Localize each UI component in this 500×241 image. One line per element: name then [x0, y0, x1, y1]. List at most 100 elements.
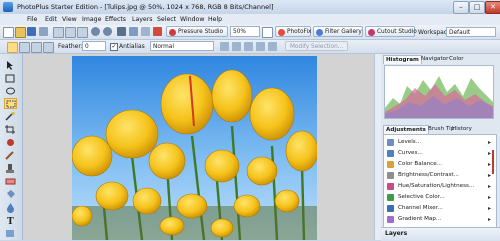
blend-mode-select[interactable]: Normal [150, 41, 214, 51]
redo-icon[interactable] [103, 27, 112, 36]
paste-icon[interactable] [77, 27, 88, 38]
photofix-button[interactable]: PhotoFix [275, 26, 312, 37]
menu-help[interactable]: Help [208, 16, 222, 23]
antialias-checkbox[interactable]: ✓ [110, 43, 118, 51]
adjustment-item[interactable]: Levels... ▸ [384, 137, 496, 148]
apply-arrow-icon[interactable]: ▸ [488, 214, 491, 225]
blur-tool-icon[interactable] [4, 202, 17, 213]
fill-tool-icon[interactable] [4, 189, 17, 200]
filter-gallery-button[interactable]: Filter Gallery [313, 26, 363, 37]
shape-tool-icon[interactable] [4, 228, 17, 239]
zoom-field[interactable]: 50% [230, 26, 260, 37]
selection-new-icon[interactable] [7, 42, 18, 53]
apply-arrow-icon[interactable]: ▸ [488, 148, 491, 159]
adjustment-item[interactable]: Selective Color... ▸ [384, 192, 496, 203]
move-tool-icon[interactable] [4, 60, 17, 71]
cutout-studio-label: Cutout Studio [377, 29, 417, 35]
help-icon[interactable] [262, 27, 273, 38]
menu-select[interactable]: Select [157, 16, 176, 23]
crop-icon[interactable] [129, 27, 138, 36]
apply-arrow-icon[interactable]: ▸ [488, 203, 491, 214]
magic-wand-tool-icon[interactable] [4, 111, 17, 122]
adjustment-label: Channel Mixer... [398, 205, 443, 211]
photofix-icon [278, 29, 285, 36]
tab-histogram[interactable]: Histogram [383, 55, 422, 64]
adjustment-label: Color Balance... [398, 161, 443, 167]
adjustment-label: Levels... [398, 139, 422, 145]
undo-icon[interactable] [91, 27, 100, 36]
transform-tool-icon[interactable] [4, 73, 17, 84]
histogram-chart [384, 65, 494, 119]
maximize-button[interactable]: □ [469, 1, 485, 14]
feather-input[interactable]: 0 [82, 41, 106, 51]
tab-adjustments[interactable]: Adjustments [383, 125, 429, 134]
red-eye-tool-icon[interactable] [4, 137, 17, 148]
app-icon [3, 2, 13, 12]
rectangle-selection-tool-icon[interactable] [4, 98, 17, 109]
levels-icon [387, 139, 394, 146]
selection-add-icon[interactable] [19, 42, 30, 53]
tulips-photo[interactable] [72, 56, 317, 240]
tab-navigator[interactable]: Navigator [419, 55, 450, 64]
apply-arrow-icon[interactable]: ▸ [488, 181, 491, 192]
lasso-tool-icon[interactable] [4, 86, 17, 97]
selection-option5-icon[interactable] [268, 42, 277, 51]
apply-arrow-icon[interactable]: ▸ [488, 137, 491, 148]
selection-intersect-icon[interactable] [43, 42, 54, 53]
crop-tool-icon[interactable] [4, 124, 17, 135]
menu-layers[interactable]: Layers [132, 16, 152, 23]
resize-icon[interactable] [141, 27, 150, 36]
window-title: PhotoPlus Starter Edition - [Tulips.jpg … [17, 3, 274, 11]
menu-view[interactable]: View [62, 16, 77, 23]
tab-color[interactable]: Color [447, 55, 466, 64]
brightness-contrast-icon [387, 172, 394, 179]
channel-mixer-icon [387, 205, 394, 212]
filter-gallery-icon [316, 29, 323, 36]
annotation-stroke [492, 150, 494, 174]
menu-edit[interactable]: Edit [45, 16, 57, 23]
cutout-studio-button[interactable]: Cutout Studio [365, 26, 417, 37]
adjustment-label: Curves... [398, 150, 423, 156]
save-icon[interactable] [27, 27, 36, 36]
apply-arrow-icon[interactable]: ▸ [488, 170, 491, 181]
modify-selection-button[interactable]: Modify Selection... [285, 41, 349, 51]
workspace-select[interactable]: Default [446, 27, 496, 37]
pressure-studio-button[interactable]: Pressure Studio [166, 26, 228, 37]
selection-subtract-icon[interactable] [31, 42, 42, 53]
rotate-icon[interactable] [117, 27, 126, 36]
clone-tool-icon[interactable] [4, 163, 17, 174]
menu-file[interactable]: File [27, 16, 37, 23]
selection-option2-icon[interactable] [232, 42, 241, 51]
adjustment-item[interactable]: Hue/Saturation/Lightness... ▸ [384, 181, 496, 192]
gradient-map-icon [387, 216, 394, 223]
menu-window[interactable]: Window [180, 16, 204, 23]
minimize-button[interactable]: – [453, 1, 469, 14]
open-folder-icon[interactable] [15, 27, 26, 38]
new-file-icon[interactable] [3, 27, 14, 38]
adjustment-item[interactable]: Gradient Map... ▸ [384, 214, 496, 225]
text-tool-icon[interactable]: T [4, 215, 17, 226]
apply-arrow-icon[interactable]: ▸ [488, 192, 491, 203]
adjustment-item[interactable]: Color Balance... ▸ [384, 159, 496, 170]
apply-arrow-icon[interactable]: ▸ [488, 159, 491, 170]
menu-effects[interactable]: Effects [105, 16, 126, 23]
adjustment-item[interactable]: Brightness/Contrast... ▸ [384, 170, 496, 181]
selection-option-icon[interactable] [220, 42, 229, 51]
selection-option4-icon[interactable] [256, 42, 265, 51]
close-button[interactable]: ✕ [485, 1, 500, 14]
cut-icon[interactable] [53, 27, 64, 38]
menu-image[interactable]: Image [82, 16, 101, 23]
eraser-tool-icon[interactable] [4, 176, 17, 187]
brush-tool-icon[interactable] [4, 150, 17, 161]
adjustment-item[interactable]: Curves... ▸ [384, 148, 496, 159]
brush-icon[interactable] [153, 27, 162, 36]
selection-option3-icon[interactable] [244, 42, 253, 51]
cutout-studio-icon [368, 29, 375, 36]
svg-text:T: T [7, 217, 14, 226]
adjustment-item[interactable]: Channel Mixer... ▸ [384, 203, 496, 214]
tab-history[interactable]: History [450, 125, 474, 134]
copy-icon[interactable] [65, 27, 76, 38]
canvas-scrollbar[interactable] [374, 54, 381, 240]
pressure-studio-icon [169, 29, 176, 36]
print-icon[interactable] [39, 27, 48, 36]
